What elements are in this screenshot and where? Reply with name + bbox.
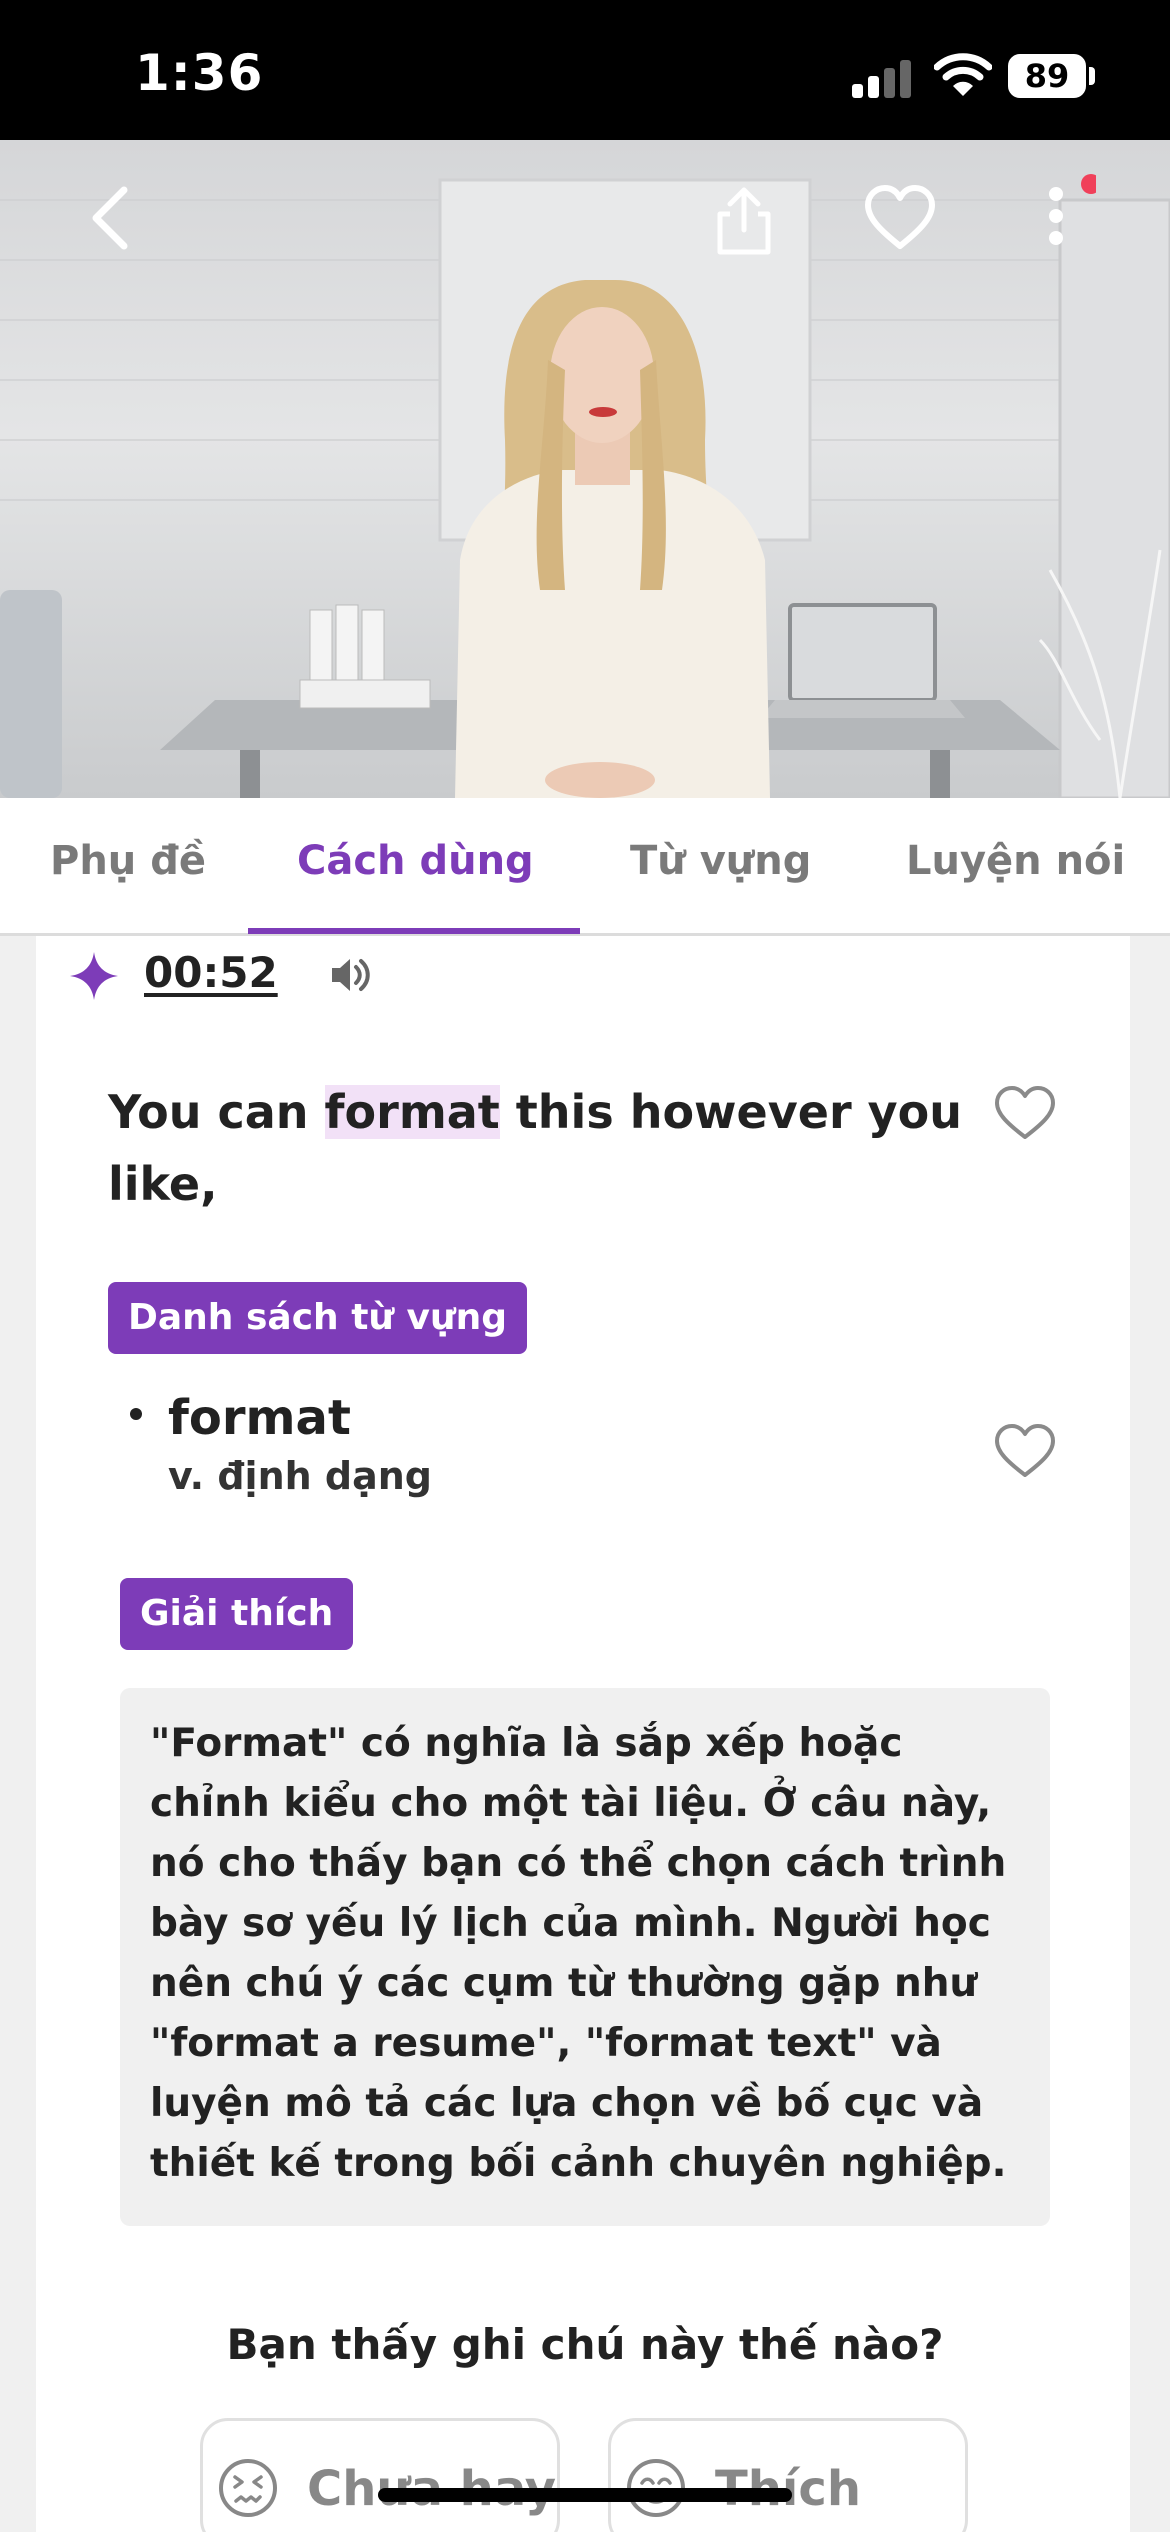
vocab-favorite-heart-icon[interactable] — [992, 1420, 1058, 1480]
confounded-face-icon — [219, 2459, 277, 2517]
video-player[interactable] — [0, 140, 1170, 798]
wifi-icon — [934, 53, 992, 96]
favorite-heart-icon[interactable] — [860, 178, 940, 258]
vocab-list-label: Danh sách từ vựng — [108, 1282, 528, 1354]
explanation-box: "Format" có nghĩa là sắp xếp hoặc chỉnh … — [120, 1688, 1050, 2226]
battery-icon: 89 — [1008, 54, 1086, 98]
share-icon[interactable] — [704, 180, 784, 260]
list-bullet — [130, 1408, 142, 1420]
home-indicator[interactable] — [378, 2488, 792, 2502]
active-tab-indicator — [248, 928, 580, 934]
like-button[interactable]: Thích — [608, 2418, 968, 2532]
notification-dot — [1081, 174, 1096, 194]
back-icon[interactable] — [72, 178, 152, 258]
cellular-signal-icon — [852, 58, 914, 98]
battery-level: 89 — [1024, 57, 1070, 95]
feedback-question: Bạn thấy ghi chú này thế nào? — [226, 2320, 944, 2369]
vocab-word: format — [168, 1390, 351, 1446]
dislike-button[interactable]: Chưa hay — [200, 2418, 560, 2532]
explanation-label: Giải thích — [120, 1578, 354, 1650]
tab-bar: Phụ đề Cách dùng Từ vựng Luyện nói — [0, 798, 1170, 936]
tab-usage[interactable]: Cách dùng — [297, 838, 534, 884]
highlighted-word[interactable]: format — [324, 1085, 500, 1139]
explanation-text: "Format" có nghĩa là sắp xếp hoặc chỉnh … — [150, 1721, 1007, 2186]
sentence-favorite-heart-icon[interactable] — [992, 1082, 1058, 1142]
more-options-icon[interactable] — [1016, 174, 1096, 254]
status-bar: 1:36 89 — [0, 0, 1170, 140]
tab-subtitles[interactable]: Phụ đề — [50, 838, 206, 884]
timestamp-link[interactable]: 00:52 — [144, 948, 278, 997]
video-frame — [0, 178, 1170, 798]
sparkle-icon — [70, 952, 118, 1000]
status-time: 1:36 — [135, 44, 264, 102]
vocab-definition: v. định dạng — [168, 1454, 432, 1498]
tab-speaking[interactable]: Luyện nói — [906, 838, 1125, 884]
speaker-icon[interactable] — [326, 952, 372, 998]
tab-vocabulary[interactable]: Từ vựng — [630, 838, 811, 884]
example-sentence: You can format this however you like, — [108, 1085, 962, 1211]
